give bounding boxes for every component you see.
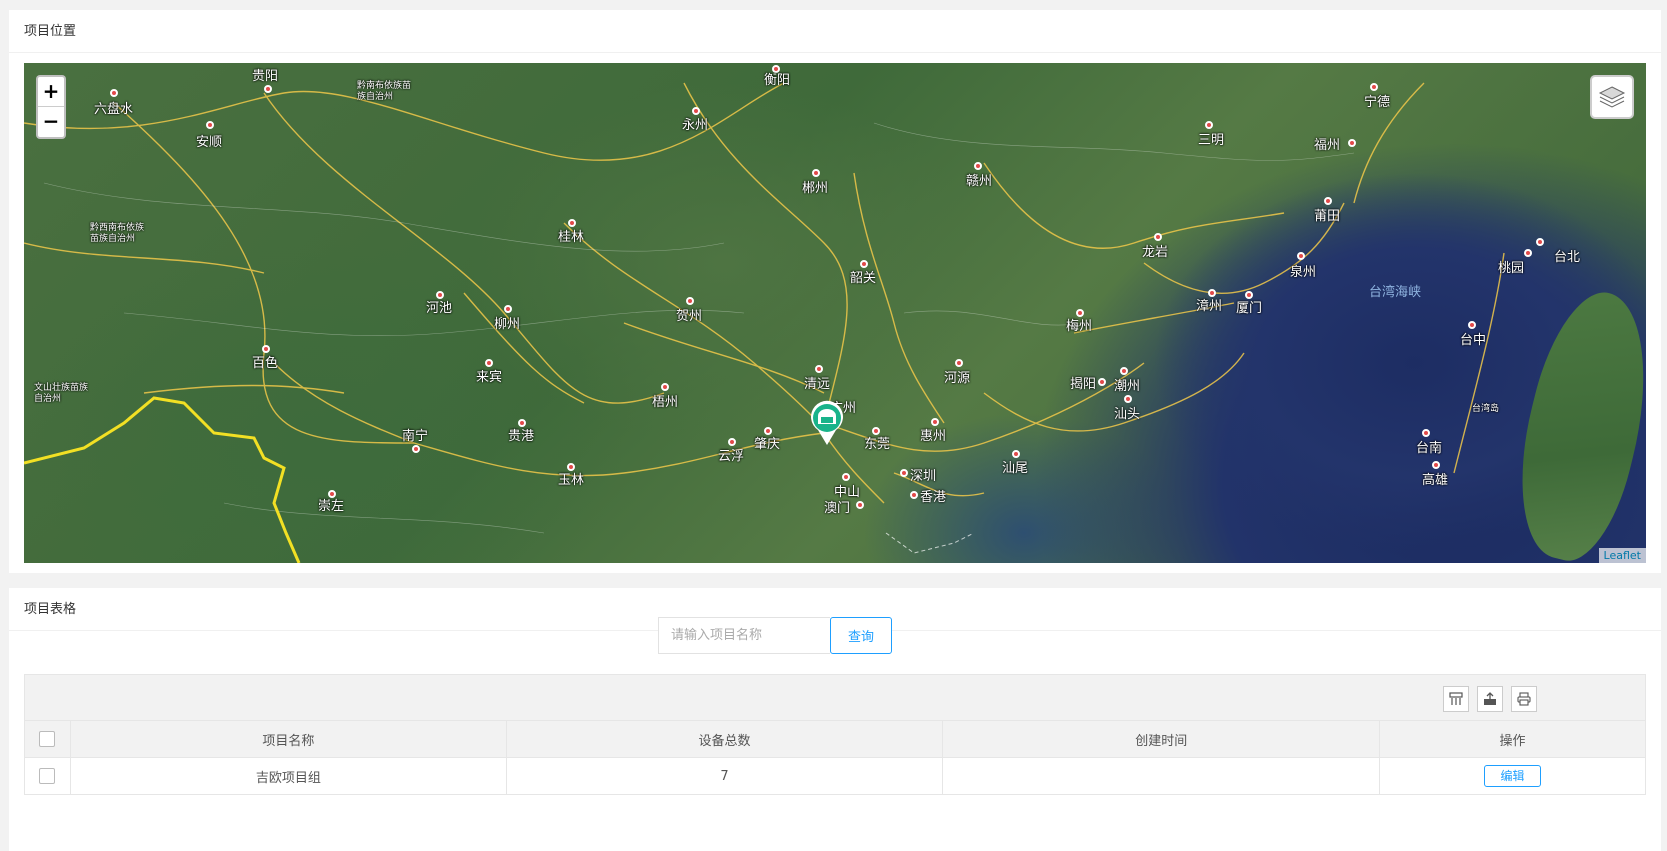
- city-label: 泉州: [1290, 265, 1317, 280]
- city-label: 肇庆: [754, 437, 781, 452]
- columns-button[interactable]: [1443, 686, 1469, 712]
- print-icon: [1517, 692, 1531, 706]
- city-label: 三明: [1198, 133, 1225, 148]
- attribution-link[interactable]: Leaflet: [1598, 548, 1646, 563]
- layers-button[interactable]: [1590, 75, 1634, 119]
- table-panel: 项目表格 查询: [9, 588, 1661, 851]
- city-label: 东莞: [864, 437, 891, 452]
- column-header-name[interactable]: 项目名称: [69, 720, 507, 758]
- city-label: 桂林: [558, 230, 585, 245]
- created-time-cell: [942, 757, 1381, 795]
- city-label: 玉林: [558, 473, 585, 488]
- table-header-row: 项目名称 设备总数 创建时间 操作: [24, 720, 1646, 758]
- city-label: 台湾岛: [1472, 404, 1500, 414]
- project-table: 项目名称 设备总数 创建时间 操作 吉欧项目组 7 编辑: [24, 720, 1646, 795]
- city-label: 香港: [920, 490, 947, 505]
- city-label: 来宾: [476, 370, 503, 385]
- city-label: 台中: [1460, 333, 1487, 348]
- project-name-input[interactable]: [658, 617, 830, 654]
- city-label: 郴州: [802, 181, 829, 196]
- city-label: 福州: [1314, 138, 1341, 153]
- city-label: 莆田: [1314, 209, 1341, 224]
- map-panel-title: 项目位置: [9, 10, 1661, 53]
- row-select-cell: [24, 757, 71, 795]
- action-cell: 编辑: [1379, 757, 1646, 795]
- column-header-created[interactable]: 创建时间: [942, 720, 1381, 758]
- city-label: 深圳: [910, 469, 937, 484]
- city-label: 揭阳: [1070, 377, 1097, 392]
- zoom-out-button[interactable]: −: [38, 107, 64, 137]
- city-label: 贵阳: [252, 69, 279, 84]
- city-label: 赣州: [966, 174, 993, 189]
- city-label: 梅州: [1066, 319, 1093, 334]
- select-all-checkbox[interactable]: [39, 731, 56, 747]
- city-label: 桃园: [1498, 261, 1525, 276]
- search-button[interactable]: 查询: [830, 617, 892, 654]
- city-label: 厦门: [1236, 301, 1263, 316]
- city-label: 云浮: [718, 449, 745, 464]
- city-label: 黔西南布依族苗族自治州: [90, 223, 145, 244]
- city-label: 南宁: [402, 429, 429, 444]
- export-icon: [1484, 692, 1496, 705]
- city-label: 惠州: [920, 429, 947, 444]
- column-header-action: 操作: [1379, 720, 1646, 758]
- zoom-in-button[interactable]: +: [38, 77, 64, 107]
- column-header-device-count[interactable]: 设备总数: [505, 720, 944, 758]
- city-label: 黔南布依族苗族自治州: [357, 81, 412, 102]
- project-location-marker[interactable]: [809, 400, 845, 446]
- city-label: 柳州: [494, 317, 521, 332]
- city-label: 台北: [1554, 250, 1581, 265]
- city-label: 六盘水: [94, 102, 134, 117]
- city-label: 汕头: [1114, 407, 1141, 422]
- edit-button[interactable]: 编辑: [1484, 765, 1542, 787]
- row-checkbox[interactable]: [39, 768, 56, 784]
- city-label: 崇左: [318, 499, 345, 514]
- search-bar: 查询: [658, 617, 892, 654]
- city-label: 河源: [944, 371, 971, 386]
- city-label: 文山壮族苗族自治州: [34, 383, 89, 404]
- city-label: 衡阳: [764, 73, 791, 88]
- print-button[interactable]: [1511, 686, 1537, 712]
- satellite-map[interactable]: 贵阳 六盘水 安顺 黔南布依族苗族自治州 黔西南布依族苗族自治州 衡阳 永州 郴…: [24, 63, 1646, 563]
- project-name-cell: 吉欧项目组: [69, 757, 507, 795]
- zoom-control: + −: [36, 75, 66, 139]
- export-button[interactable]: [1477, 686, 1503, 712]
- city-label: 潮州: [1114, 379, 1141, 394]
- table-toolbar: [24, 674, 1646, 721]
- city-label: 台湾海峡: [1369, 285, 1422, 300]
- city-label: 龙岩: [1142, 245, 1169, 260]
- city-label: 安顺: [196, 135, 223, 150]
- city-label: 韶关: [850, 271, 877, 286]
- map-panel: 项目位置 贵阳 六盘水 安顺 黔南布依族苗族自治州 黔西南布依族苗族自治州 衡阳…: [9, 10, 1661, 573]
- table-row: 吉欧项目组 7 编辑: [24, 757, 1646, 795]
- device-count-cell: 7: [505, 757, 944, 795]
- columns-icon: [1449, 692, 1463, 705]
- city-label: 漳州: [1196, 299, 1223, 314]
- city-label: 永州: [682, 118, 709, 133]
- city-label: 河池: [426, 301, 453, 316]
- city-label: 汕尾: [1002, 461, 1029, 476]
- layers-icon: [1598, 86, 1626, 108]
- city-label: 梧州: [652, 395, 679, 410]
- select-all-cell: [24, 720, 71, 758]
- city-label: 百色: [252, 356, 279, 371]
- city-label: 贺州: [676, 309, 703, 324]
- city-label: 台南: [1416, 441, 1443, 456]
- city-label: 贵港: [508, 429, 535, 444]
- city-label: 清远: [804, 377, 831, 392]
- city-label: 高雄: [1422, 473, 1449, 488]
- city-label: 宁德: [1364, 95, 1391, 110]
- city-label: 澳门: [824, 501, 851, 516]
